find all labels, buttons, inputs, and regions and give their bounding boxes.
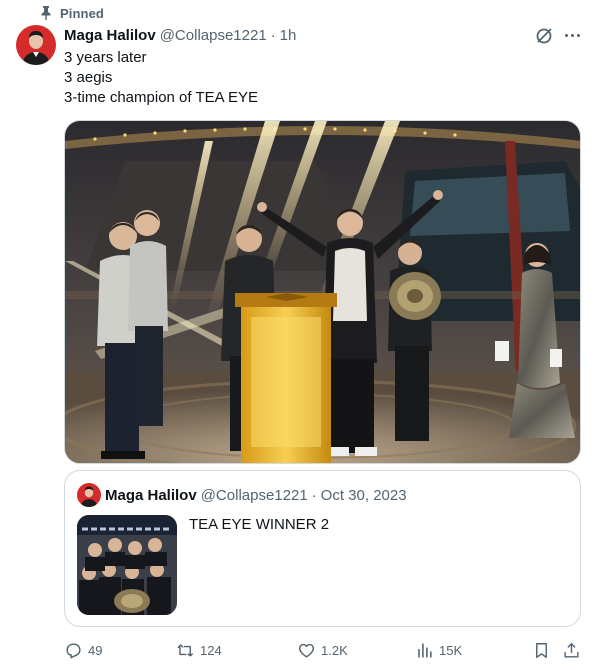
heart-icon (298, 643, 315, 658)
separator-dot: · (311, 486, 317, 504)
tweet-time[interactable]: 1h (280, 27, 297, 44)
quoted-header: Maga Halilov @Collapse1221 · Oct 30, 202… (105, 486, 407, 504)
bookmark-icon (536, 642, 547, 658)
tweet-line: 3 years later (64, 49, 147, 66)
view-count: 15K (439, 642, 463, 658)
share-icon (564, 642, 579, 658)
like-button[interactable]: 1.2K (297, 638, 348, 662)
tweet-line: 3-time champion of TEA EYE (64, 89, 258, 106)
tweet-line: 3 aegis (64, 69, 113, 86)
quoted-photo (77, 515, 177, 615)
reply-icon (66, 642, 81, 658)
views-chart-icon (418, 642, 432, 658)
author-handle[interactable]: @Collapse1221 (160, 27, 267, 44)
repost-count: 124 (200, 642, 222, 658)
reply-count: 49 (88, 642, 103, 658)
like-count: 1.2K (321, 642, 348, 658)
share-button[interactable] (562, 638, 581, 662)
author-name[interactable]: Maga Halilov (64, 27, 156, 44)
repost-icon (177, 643, 194, 657)
separator-dot: · (270, 26, 276, 44)
tweet-actions: 49 124 1.2K 15K (64, 638, 581, 662)
pinned-indicator: Pinned (40, 5, 104, 21)
views-button[interactable]: 15K (415, 638, 462, 662)
more-options-icon[interactable] (562, 25, 582, 45)
tweet[interactable]: Pinned Maga Halilov @Collapse1221 · 1h 3… (0, 0, 598, 672)
bookmark-button[interactable] (532, 638, 551, 662)
quoted-avatar (77, 483, 101, 507)
tweet-text: 3 years later 3 aegis 3-time champion of… (64, 48, 258, 108)
quoted-tweet[interactable]: Maga Halilov @Collapse1221 · Oct 30, 202… (64, 470, 581, 627)
tweet-header: Maga Halilov @Collapse1221 · 1h (64, 26, 296, 44)
reply-button[interactable]: 49 (64, 638, 102, 662)
quoted-date: Oct 30, 2023 (320, 486, 407, 504)
tweet-photo[interactable] (64, 120, 581, 464)
pinned-label: Pinned (60, 5, 104, 21)
avatar[interactable] (16, 25, 56, 65)
pin-icon (41, 6, 51, 20)
quoted-author-name: Maga Halilov (105, 486, 197, 504)
grok-icon[interactable] (533, 25, 555, 47)
repost-button[interactable]: 124 (176, 638, 222, 662)
quoted-author-handle: @Collapse1221 (200, 486, 308, 504)
quoted-text: TEA EYE WINNER 2 (189, 516, 330, 533)
